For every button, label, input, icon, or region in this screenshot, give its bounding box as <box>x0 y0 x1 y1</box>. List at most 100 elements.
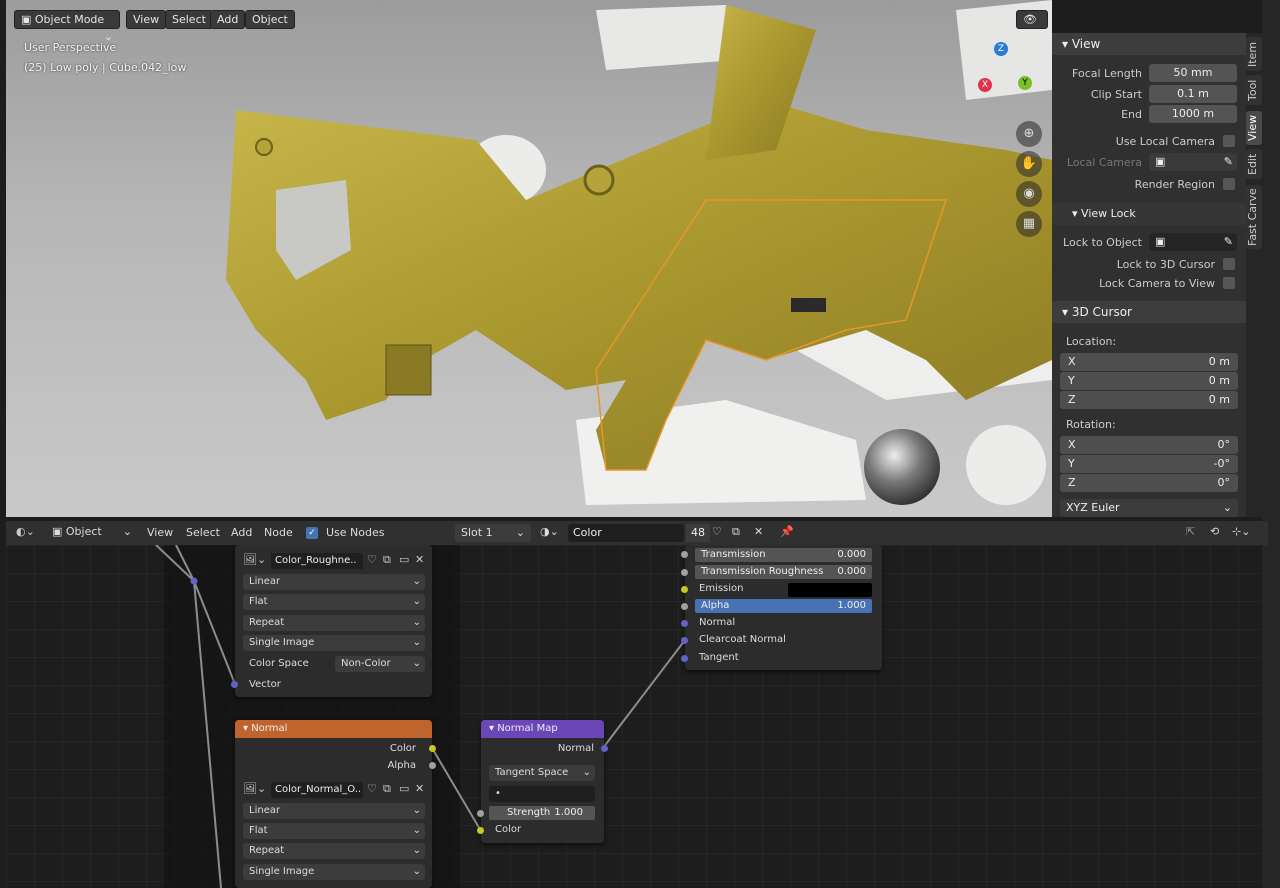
uv-map-field[interactable]: • <box>489 786 595 802</box>
transmission-field[interactable]: Transmission 0.000 <box>695 548 872 562</box>
eyedropper-icon[interactable]: ✎ <box>1224 153 1237 171</box>
space-dropdown[interactable]: Tangent Space ⌄ <box>489 765 595 781</box>
location-y-field[interactable]: Y0 m <box>1060 372 1238 390</box>
image-name-field[interactable]: Color_Normal_O.. <box>271 782 363 798</box>
slot-dropdown[interactable]: Slot 1 ⌄ <box>455 524 531 542</box>
grid-icon[interactable]: ▦ <box>1016 211 1042 237</box>
node-header[interactable]: ▾ Normal <box>235 720 432 738</box>
rotation-mode-dropdown[interactable]: XYZ Euler ⌄ <box>1060 499 1238 517</box>
cursor-section-header[interactable]: ▾ 3D Cursor <box>1052 301 1246 323</box>
lock-to-object-field[interactable]: ▣ ✎ <box>1149 233 1237 251</box>
interpolation-dropdown[interactable]: Linear ⌄ <box>243 803 425 819</box>
rotation-x-field[interactable]: X 0° <box>1060 436 1238 454</box>
mode-dropdown[interactable]: ▣ Object Mode ⌄ <box>14 10 120 43</box>
material-browse-icon[interactable]: ◑⌄ <box>540 525 559 538</box>
pan-hand-icon[interactable]: ✋ <box>1016 151 1042 177</box>
alpha-output-socket[interactable] <box>429 762 436 769</box>
close-icon[interactable]: ✕ <box>415 553 424 566</box>
duplicate-icon[interactable]: ⧉ <box>732 525 740 539</box>
interpolation-dropdown[interactable]: Linear ⌄ <box>243 574 425 590</box>
use-nodes-checkbox[interactable]: ✓ <box>306 527 318 539</box>
extension-dropdown[interactable]: Repeat ⌄ <box>243 615 425 631</box>
location-x-field[interactable]: X0 m <box>1060 353 1238 371</box>
menu-view[interactable]: View <box>126 10 167 29</box>
fake-user-icon[interactable]: ♡ <box>367 782 377 795</box>
image-name-field[interactable]: Color_Roughne.. <box>271 553 363 569</box>
navigation-gizmo[interactable]: Z Y X <box>966 40 1036 110</box>
ne-menu-view[interactable]: View <box>147 526 173 539</box>
view-section-header[interactable]: ▾ View <box>1052 33 1246 55</box>
shader-type-dropdown[interactable]: ▣ Object ⌄ <box>52 525 132 538</box>
source-dropdown[interactable]: Single Image ⌄ <box>243 864 425 880</box>
gizmo-x-axis[interactable]: X <box>978 78 992 92</box>
ne-menu-select[interactable]: Select <box>186 526 220 539</box>
tab-edit[interactable]: Edit <box>1246 149 1262 179</box>
tab-view[interactable]: View <box>1246 111 1262 145</box>
color-output-socket[interactable] <box>429 745 436 752</box>
tangent-socket[interactable] <box>681 655 688 662</box>
transmission-socket[interactable] <box>681 551 688 558</box>
strength-field[interactable]: Strength 1.000 <box>489 806 595 820</box>
alpha-socket[interactable] <box>681 603 688 610</box>
visibility-dropdown[interactable]: 👁 <box>1016 10 1048 29</box>
image-datablock[interactable]: 🖼⌄ Color_Normal_O.. ♡ ⧉ ▭ ✕ <box>243 782 425 800</box>
transmission-roughness-socket[interactable] <box>681 569 688 576</box>
clip-end-field[interactable]: 1000 m <box>1149 105 1237 123</box>
close-icon[interactable]: ✕ <box>754 525 763 538</box>
fake-user-icon[interactable]: ♡ <box>712 525 722 538</box>
snap-element-icon[interactable]: ⊹⌄ <box>1232 525 1250 538</box>
pin-icon[interactable]: 📌 <box>780 525 794 538</box>
tab-tool[interactable]: Tool <box>1246 75 1262 105</box>
clip-start-field[interactable]: 0.1 m <box>1149 85 1237 103</box>
alpha-field[interactable]: Alpha 1.000 <box>695 599 872 613</box>
open-folder-icon[interactable]: ▭ <box>399 782 409 795</box>
principled-bsdf-node[interactable]: Transmission 0.000 Transmission Roughness… <box>681 545 882 670</box>
color-input-socket[interactable] <box>477 827 484 834</box>
material-users-count[interactable]: 48 <box>686 524 710 542</box>
normal-input-socket[interactable] <box>681 620 688 627</box>
lock-to-cursor-checkbox[interactable] <box>1223 258 1235 270</box>
transmission-roughness-field[interactable]: Transmission Roughness 0.000 <box>695 565 872 579</box>
normal-map-node[interactable]: ▾ Normal Map Normal Tangent Space ⌄ • Str… <box>477 720 608 843</box>
strength-input-socket[interactable] <box>477 810 484 817</box>
open-folder-icon[interactable]: ▭ <box>399 553 409 566</box>
fake-user-icon[interactable]: ♡ <box>367 553 377 566</box>
clearcoat-normal-socket[interactable] <box>681 637 688 644</box>
image-texture-node-roughness[interactable]: 🖼⌄ Color_Roughne.. ♡ ⧉ ▭ ✕ Linear ⌄ Flat ⌄… <box>231 545 432 697</box>
ne-menu-node[interactable]: Node <box>264 526 293 539</box>
parent-node-tree-icon[interactable]: ⇱ <box>1186 525 1195 538</box>
gizmo-y-axis[interactable]: Y <box>1018 76 1032 90</box>
menu-select[interactable]: Select <box>165 10 213 29</box>
rotation-z-field[interactable]: Z 0° <box>1060 474 1238 492</box>
menu-object[interactable]: Object <box>245 10 295 29</box>
duplicate-icon[interactable]: ⧉ <box>383 553 391 567</box>
projection-dropdown[interactable]: Flat ⌄ <box>243 823 425 839</box>
node-editor-canvas[interactable]: 🖼⌄ Color_Roughne.. ♡ ⧉ ▭ ✕ Linear ⌄ Flat ⌄… <box>6 545 1260 888</box>
focal-length-field[interactable]: 50 mm <box>1149 64 1237 82</box>
snap-icon[interactable]: ⟲ <box>1210 525 1219 538</box>
projection-dropdown[interactable]: Flat ⌄ <box>243 594 425 610</box>
zoom-icon[interactable]: ⊕ <box>1016 121 1042 147</box>
gizmo-z-axis[interactable]: Z <box>994 42 1008 56</box>
eyedropper-icon[interactable]: ✎ <box>1224 233 1237 251</box>
location-z-field[interactable]: Z0 m <box>1060 391 1238 409</box>
image-datablock[interactable]: 🖼⌄ Color_Roughne.. ♡ ⧉ ▭ ✕ <box>243 553 425 571</box>
duplicate-icon[interactable]: ⧉ <box>383 782 391 796</box>
editor-type-icon[interactable]: ◐⌄ <box>16 525 35 538</box>
use-local-camera-checkbox[interactable] <box>1223 135 1235 147</box>
camera-icon[interactable]: ◉ <box>1016 181 1042 207</box>
vector-input-socket[interactable] <box>231 681 238 688</box>
local-camera-field[interactable]: ▣ ✎ <box>1149 153 1237 171</box>
lock-camera-checkbox[interactable] <box>1223 277 1235 289</box>
menu-add[interactable]: Add <box>210 10 246 29</box>
material-name-field[interactable]: Color <box>568 524 684 542</box>
tab-fast-carve[interactable]: Fast Carve <box>1246 185 1262 249</box>
ne-menu-add[interactable]: Add <box>231 526 252 539</box>
tab-item[interactable]: Item <box>1246 37 1262 71</box>
emission-socket[interactable] <box>681 586 688 593</box>
render-region-checkbox[interactable] <box>1223 178 1235 190</box>
rotation-y-field[interactable]: Y -0° <box>1060 455 1238 473</box>
3d-viewport[interactable]: ▣ Object Mode ⌄ View Select Add Object 👁 … <box>6 0 1052 517</box>
color-space-dropdown[interactable]: Non-Color ⌄ <box>335 656 425 672</box>
source-dropdown[interactable]: Single Image ⌄ <box>243 635 425 651</box>
